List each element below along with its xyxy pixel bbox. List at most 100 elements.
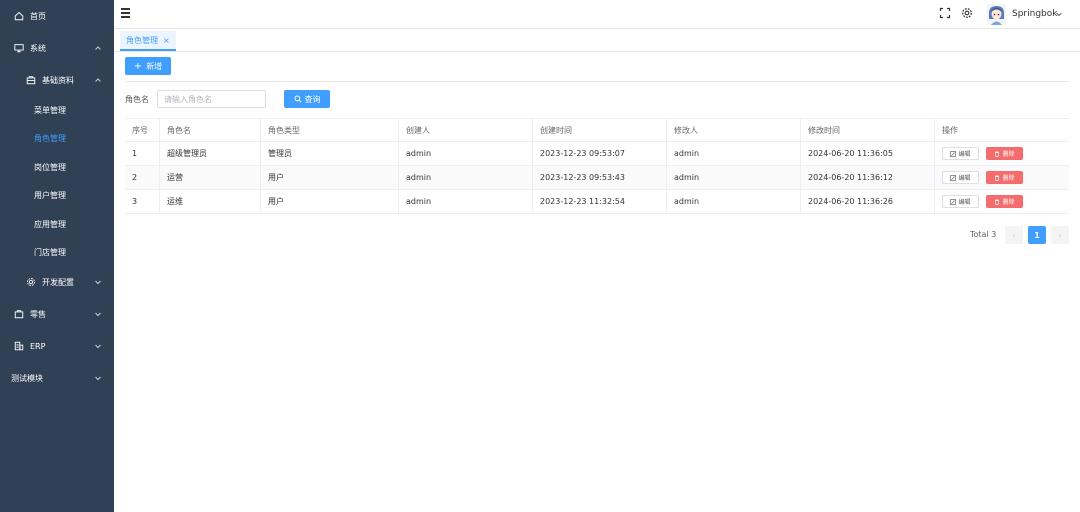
edit-icon — [950, 198, 957, 205]
cell-created-time: 2023-12-23 09:53:07 — [533, 142, 667, 165]
edit-label: 编辑 — [958, 151, 971, 158]
cell-modifier: admin — [667, 166, 801, 189]
column-header: 修改人 — [667, 119, 801, 141]
next-page-button[interactable]: › — [1051, 226, 1069, 244]
column-header: 序号 — [125, 119, 160, 141]
delete-button[interactable]: 删除 — [986, 147, 1023, 160]
divider — [125, 81, 1069, 82]
edit-button[interactable]: 编辑 — [942, 147, 979, 160]
cell-actions: 编辑 删除 — [935, 190, 1069, 213]
sidebar: 首页 系统 基础资料 菜单管理 角色管理 岗位管理 用户管理 应用管理 门店管理… — [0, 0, 114, 512]
sidebar-item-erp[interactable]: ERP — [0, 332, 114, 360]
edit-button[interactable]: 编辑 — [942, 195, 979, 208]
chevron-up-icon — [95, 78, 101, 82]
add-button[interactable]: + 新增 — [125, 57, 171, 75]
chevron-down-icon — [95, 344, 101, 349]
cell-creator: admin — [399, 166, 533, 189]
delete-button[interactable]: 删除 — [986, 195, 1023, 208]
column-header: 创建时间 — [533, 119, 667, 141]
sidebar-item-app-management[interactable]: 应用管理 — [0, 210, 114, 238]
chevron-down-icon — [95, 312, 101, 317]
sidebar-item-label: 岗位管理 — [34, 162, 66, 172]
sidebar-item-label: 系统 — [30, 43, 46, 53]
sidebar-item-menu-management[interactable]: 菜单管理 — [0, 96, 114, 124]
tab-role-management[interactable]: 角色管理 × — [120, 31, 176, 51]
cell-role-name: 运维 — [160, 190, 261, 213]
cell-modifier: admin — [667, 142, 801, 165]
chevron-right-icon: › — [1058, 230, 1062, 240]
sidebar-item-label: 角色管理 — [34, 133, 66, 143]
trash-icon — [995, 198, 1000, 205]
bag-icon — [13, 308, 25, 320]
table-header: 序号 角色名 角色类型 创建人 创建时间 修改人 修改时间 操作 — [125, 119, 1069, 142]
sidebar-item-home[interactable]: 首页 — [0, 2, 114, 30]
role-table: 序号 角色名 角色类型 创建人 创建时间 修改人 修改时间 操作 1 超级管理员… — [125, 118, 1069, 214]
cell-creator: admin — [399, 190, 533, 213]
query-button-label: 查询 — [304, 94, 321, 104]
delete-label: 删除 — [1002, 199, 1015, 206]
sidebar-item-test-module[interactable]: 测试模块 — [0, 364, 114, 392]
table-row: 1 超级管理员 管理员 admin 2023-12-23 09:53:07 ad… — [125, 142, 1069, 166]
cell-modified-time: 2024-06-20 11:36:26 — [801, 190, 935, 213]
role-name-input[interactable] — [157, 90, 266, 108]
page-button-1[interactable]: 1 — [1028, 226, 1046, 244]
building-icon — [13, 340, 25, 352]
chevron-down-icon — [95, 376, 101, 381]
fullscreen-icon[interactable] — [939, 7, 951, 19]
sidebar-item-position-management[interactable]: 岗位管理 — [0, 153, 114, 181]
cell-role-type: 用户 — [261, 166, 399, 189]
delete-button[interactable]: 删除 — [986, 171, 1023, 184]
close-icon[interactable]: × — [163, 36, 170, 45]
edit-icon — [950, 174, 957, 181]
sidebar-item-dev-config[interactable]: 开发配置 — [0, 268, 114, 296]
sidebar-item-retail[interactable]: 零售 — [0, 300, 114, 328]
edit-button[interactable]: 编辑 — [942, 171, 979, 184]
cell-index: 1 — [125, 142, 160, 165]
tab-label: 角色管理 — [126, 35, 158, 45]
top-navbar: Springbok — [114, 0, 1080, 29]
cell-actions: 编辑 删除 — [935, 142, 1069, 165]
cell-role-name: 运营 — [160, 166, 261, 189]
sidebar-item-store-management[interactable]: 门店管理 — [0, 238, 114, 266]
edit-label: 编辑 — [958, 175, 971, 182]
column-header: 角色类型 — [261, 119, 399, 141]
chevron-down-icon — [95, 280, 101, 285]
column-header: 角色名 — [160, 119, 261, 141]
briefcase-icon — [25, 74, 37, 86]
sidebar-item-system[interactable]: 系统 — [0, 34, 114, 62]
delete-label: 删除 — [1002, 151, 1015, 158]
gear-icon[interactable] — [961, 7, 973, 19]
hamburger-icon[interactable] — [121, 8, 131, 18]
cell-created-time: 2023-12-23 11:32:54 — [533, 190, 667, 213]
cell-role-type: 管理员 — [261, 142, 399, 165]
cell-modified-time: 2024-06-20 11:36:05 — [801, 142, 935, 165]
search-icon — [294, 95, 302, 103]
table-row: 2 运营 用户 admin 2023-12-23 09:53:43 admin … — [125, 166, 1069, 190]
sidebar-item-label: 应用管理 — [34, 219, 66, 229]
cell-modified-time: 2024-06-20 11:36:12 — [801, 166, 935, 189]
sidebar-item-label: 基础资料 — [42, 75, 74, 85]
home-icon — [13, 10, 25, 22]
avatar[interactable] — [987, 4, 1006, 25]
cell-index: 3 — [125, 190, 160, 213]
gear-icon — [25, 276, 37, 288]
sidebar-item-label: 测试模块 — [11, 373, 43, 383]
sidebar-item-user-management[interactable]: 用户管理 — [0, 181, 114, 209]
sidebar-item-role-management[interactable]: 角色管理 — [0, 124, 114, 152]
query-button[interactable]: 查询 — [284, 90, 330, 108]
sidebar-item-label: 零售 — [30, 309, 46, 319]
trash-icon — [995, 174, 1000, 181]
add-button-label: 新增 — [146, 61, 163, 71]
cell-creator: admin — [399, 142, 533, 165]
sidebar-item-label: 首页 — [30, 11, 46, 21]
cell-role-type: 用户 — [261, 190, 399, 213]
cell-index: 2 — [125, 166, 160, 189]
trash-icon — [995, 150, 1000, 157]
cell-actions: 编辑 删除 — [935, 166, 1069, 189]
role-name-label: 角色名 — [125, 95, 149, 104]
chevron-down-icon[interactable] — [1055, 10, 1063, 18]
username[interactable]: Springbok — [1012, 9, 1057, 19]
column-header: 创建人 — [399, 119, 533, 141]
prev-page-button[interactable]: ‹ — [1005, 226, 1023, 244]
sidebar-item-basic-data[interactable]: 基础资料 — [0, 66, 114, 94]
